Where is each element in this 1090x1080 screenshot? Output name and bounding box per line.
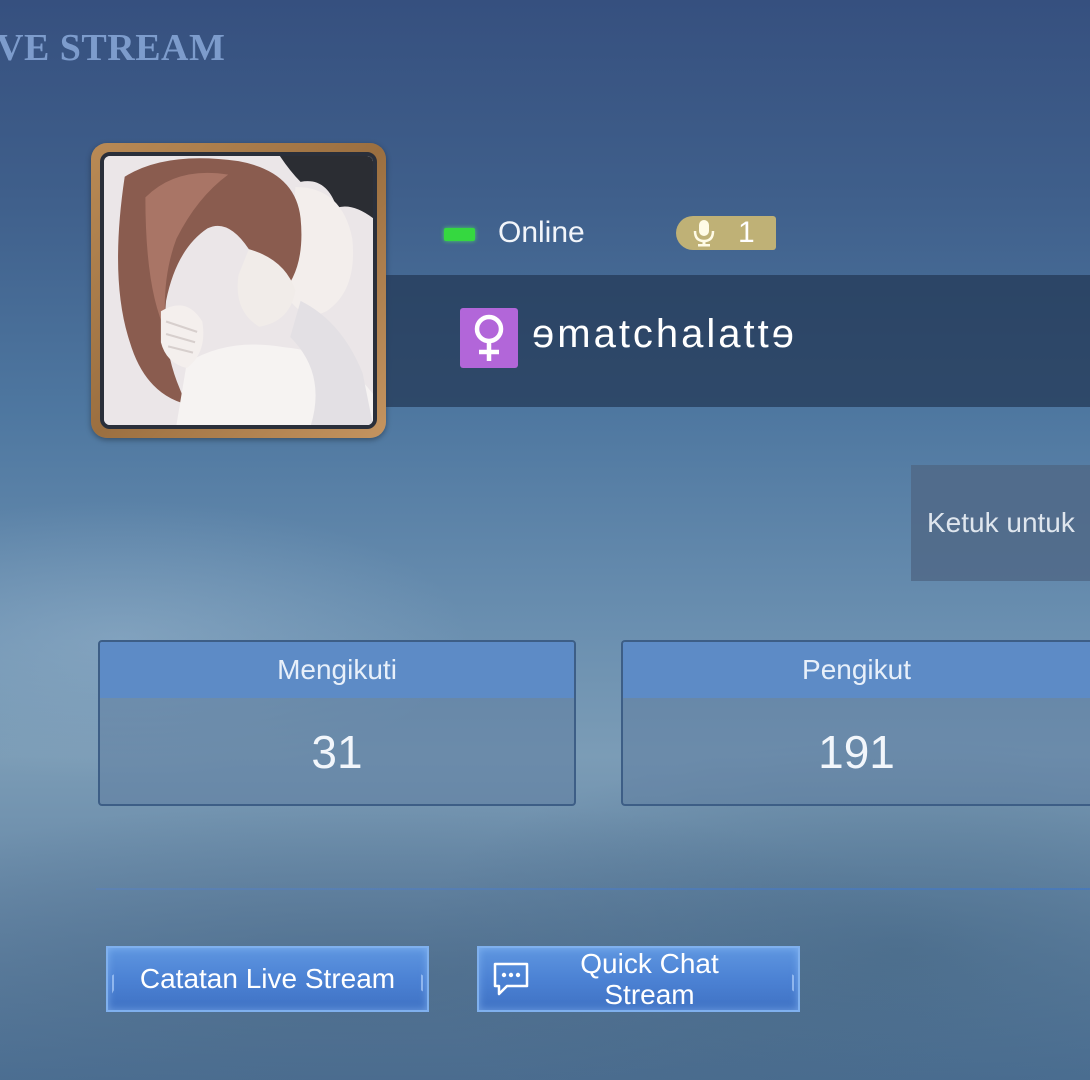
female-symbol-icon [460, 308, 518, 368]
live-stream-history-button[interactable]: Catatan Live Stream [106, 946, 429, 1012]
quick-chat-label-line2: Stream [604, 979, 695, 1010]
following-stat-label: Mengikuti [100, 642, 574, 698]
online-status-label: Online [498, 216, 585, 249]
mic-badge: 1 [676, 216, 776, 250]
button-corner-decoration [112, 968, 124, 994]
button-corner-decoration [411, 968, 423, 992]
followers-stat[interactable]: Pengikut 191 [621, 640, 1090, 806]
following-stat-value: 31 [311, 726, 363, 778]
avatar-image [100, 152, 377, 429]
chat-bubble-icon [493, 962, 529, 996]
tap-hint-panel[interactable]: Ketuk untuk [911, 465, 1090, 581]
quick-chat-label-line1: Quick Chat [580, 948, 719, 979]
live-stream-history-label: Catatan Live Stream [139, 963, 396, 994]
online-status-indicator [444, 228, 475, 241]
username: ɘmatchalattɘ [532, 312, 798, 356]
tap-hint-label: Ketuk untuk [927, 507, 1075, 538]
quick-chat-stream-button[interactable]: Quick Chat Stream [477, 946, 800, 1012]
profile-picture-icon [104, 156, 373, 425]
page-title: VE STREAM [0, 27, 226, 69]
divider [96, 888, 1090, 890]
following-stat[interactable]: Mengikuti 31 [98, 640, 576, 806]
mic-count: 1 [738, 216, 755, 249]
quick-chat-label: Quick Chat Stream [531, 948, 798, 1010]
avatar[interactable] [91, 143, 386, 438]
microphone-icon [693, 220, 715, 247]
followers-stat-label: Pengikut [623, 642, 1090, 698]
followers-stat-value: 191 [818, 726, 895, 778]
